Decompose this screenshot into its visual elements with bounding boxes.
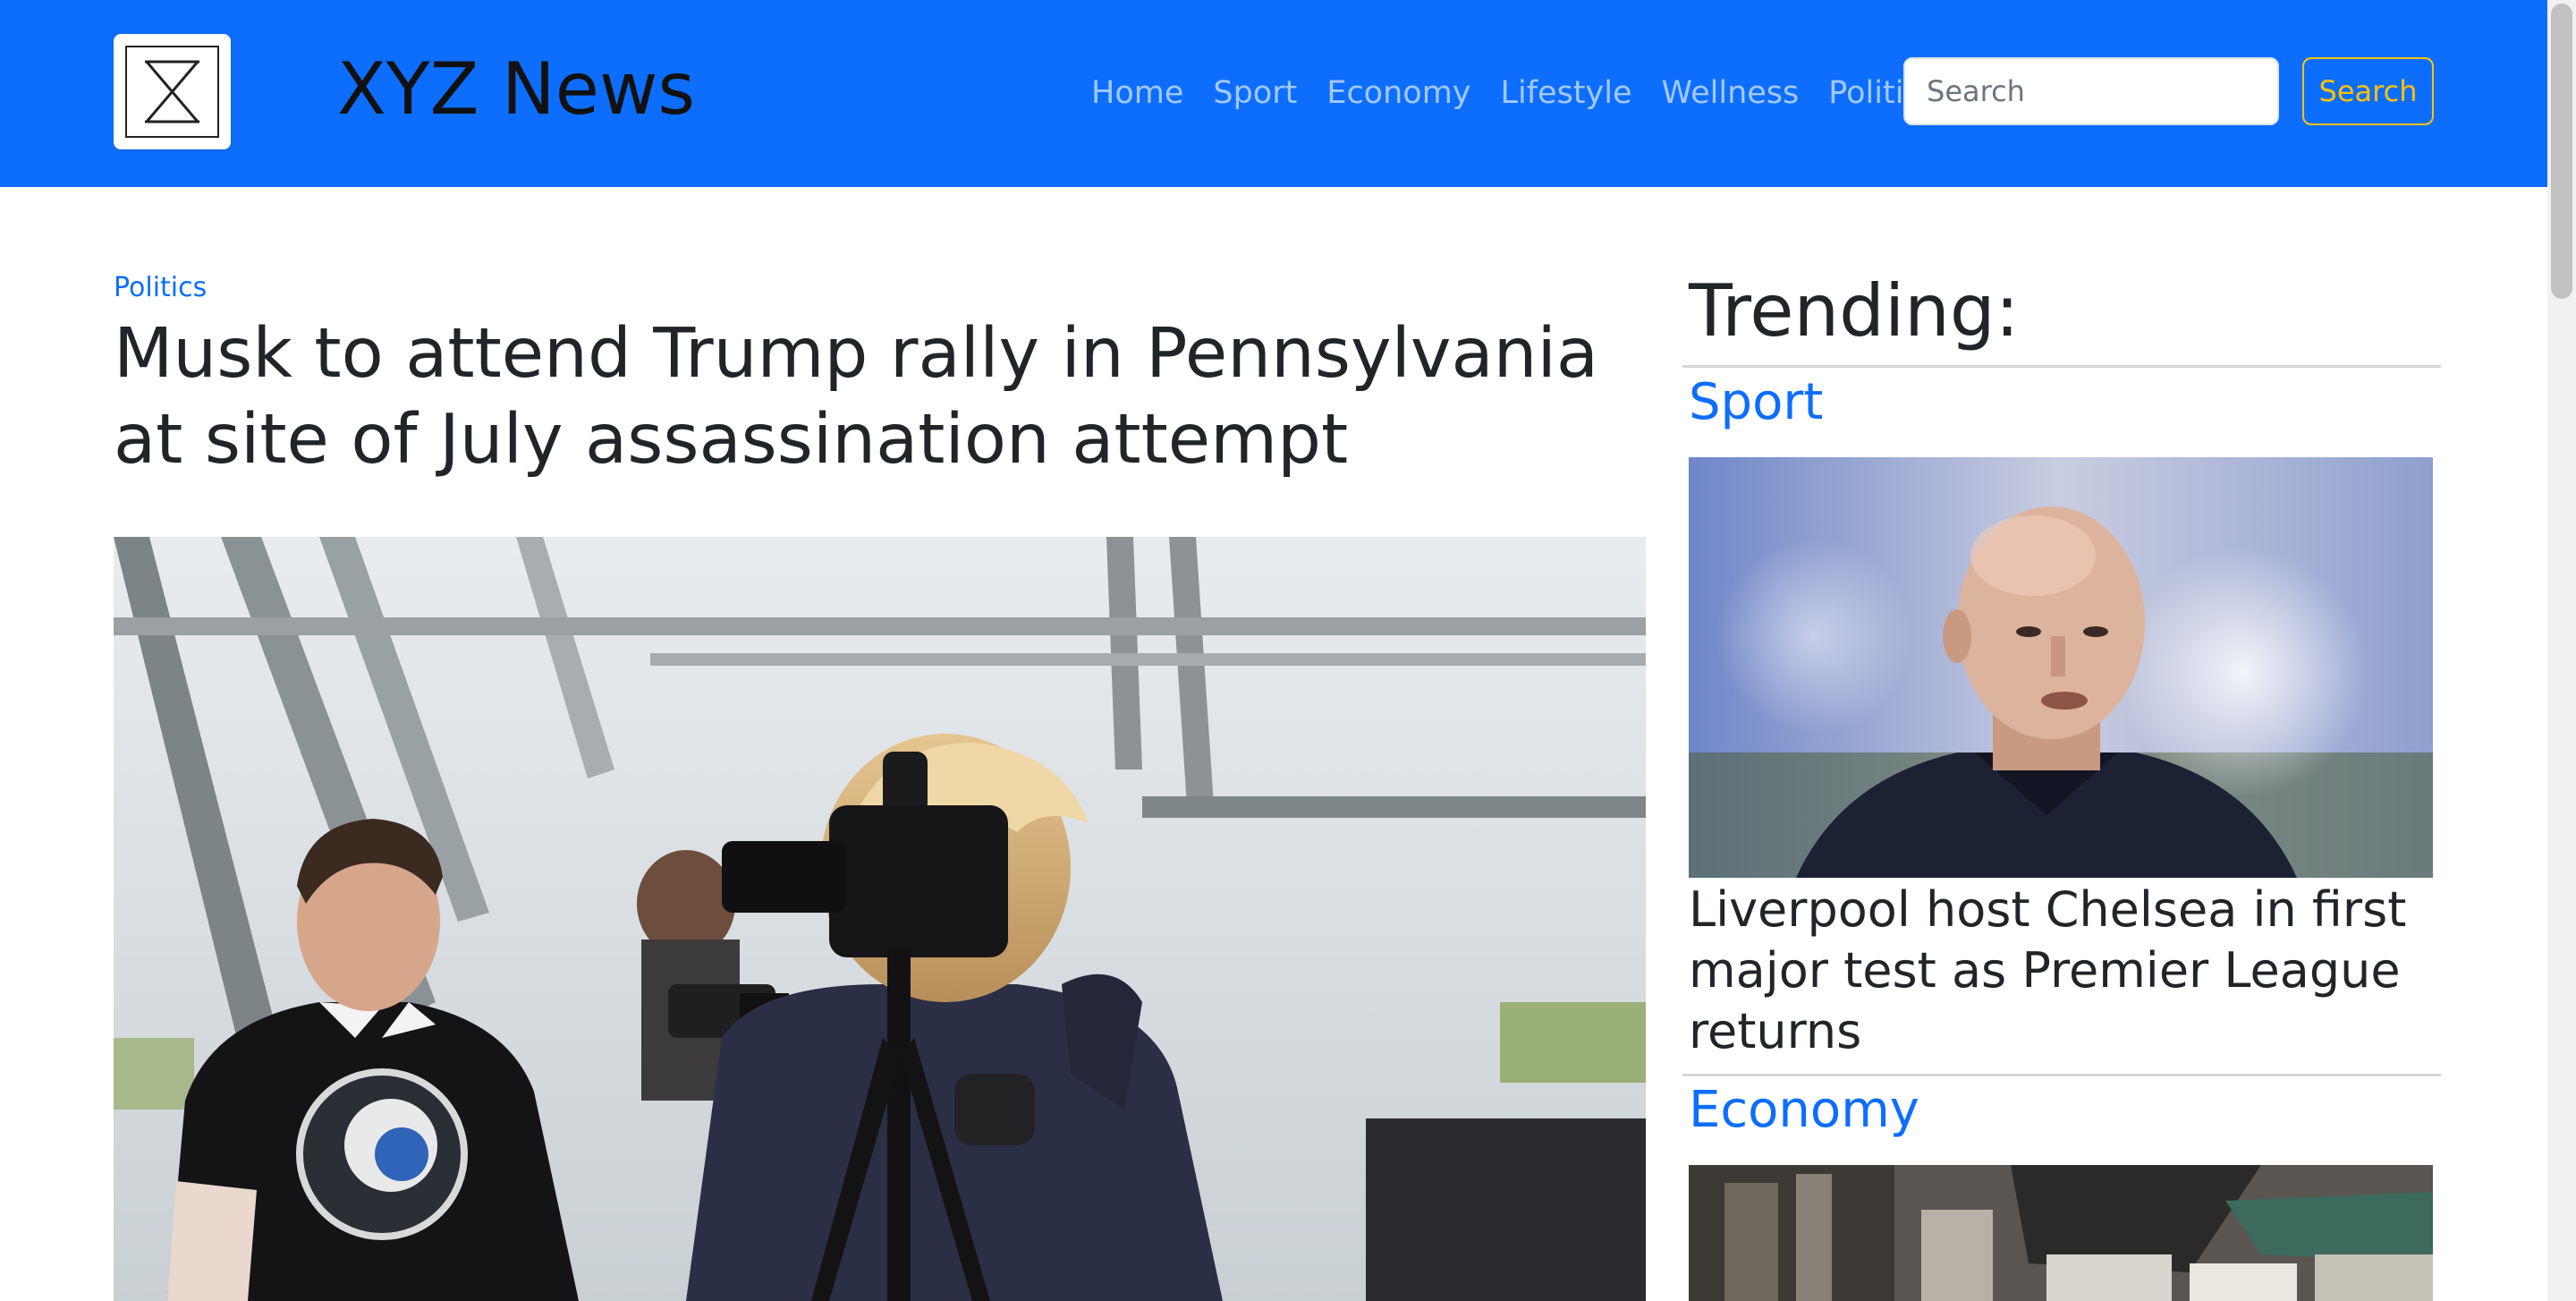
nav-link-wellness[interactable]: Wellness [1662,68,1800,118]
nav-link-sport[interactable]: Sport [1213,68,1297,118]
trending-section-sport[interactable]: Sport [1689,371,1823,434]
trending-divider [1682,1074,2441,1076]
top-navbar: XYZ News Home Sport Economy Lifestyle We… [0,0,2547,187]
nav-link-lifestyle[interactable]: Lifestyle [1501,68,1632,118]
economy-photo-illustration [1689,1165,2433,1301]
site-brand[interactable]: XYZ News [337,45,695,134]
hero-photo-illustration [114,537,1646,1301]
hourglass-logo-icon [125,46,219,138]
trending-title: Trending: [1689,269,2020,353]
search-button[interactable]: Search [2302,57,2434,125]
scrollbar-thumb[interactable] [2551,4,2572,299]
nav-link-home[interactable]: Home [1091,68,1183,118]
page-scrollbar[interactable] [2547,0,2576,1301]
article-category-link[interactable]: Politics [114,270,207,306]
sport-photo-illustration [1689,457,2433,878]
article-headline[interactable]: Musk to attend Trump rally in Pennsylvan… [114,311,1652,483]
main-nav: Home Sport Economy Lifestyle Wellness Po… [1091,68,1967,118]
trending-divider [1682,365,2441,368]
article-hero-photo[interactable] [114,537,1646,1301]
trending-section-economy[interactable]: Economy [1689,1079,1919,1142]
search-input[interactable] [1903,57,2279,125]
site-logo[interactable] [114,34,231,149]
nav-link-economy[interactable]: Economy [1326,68,1470,118]
trending-sport-photo[interactable] [1689,457,2433,878]
trending-economy-photo[interactable] [1689,1165,2433,1301]
trending-sport-headline[interactable]: Liverpool host Chelsea in first major te… [1689,880,2433,1062]
